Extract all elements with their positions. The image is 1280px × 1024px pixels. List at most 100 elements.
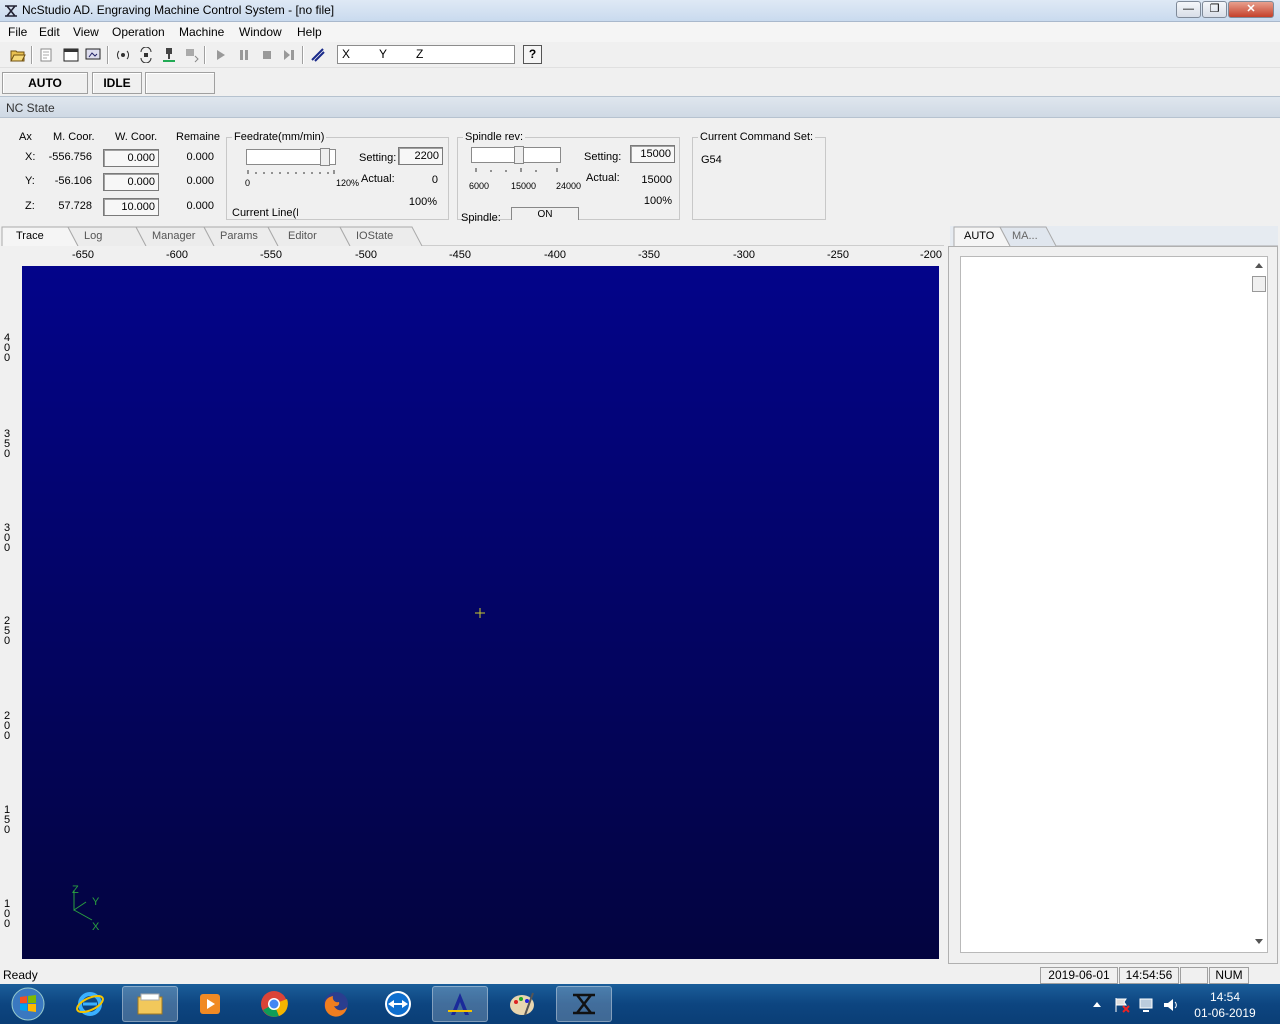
trace-canvas[interactable]: Z Y X [22, 266, 939, 959]
taskbar-teamviewer[interactable] [370, 986, 426, 1022]
tool-setting-button[interactable] [159, 45, 179, 65]
ncstudio-icon [573, 993, 595, 1015]
axis-indicator-y: Y [92, 896, 100, 908]
stop-button[interactable] [257, 45, 277, 65]
axis-y-label: Y [379, 47, 388, 61]
maximize-button[interactable]: ❐ [1202, 1, 1227, 18]
path-icon [311, 48, 325, 62]
col-mcoor-header: M. Coor. [53, 131, 95, 143]
tray-clock-time[interactable]: 14:54 [1190, 990, 1260, 1004]
feedrate-slider[interactable] [246, 148, 336, 166]
spindle-setting-input[interactable]: 15000 [630, 145, 675, 163]
internet-explorer-icon [76, 992, 104, 1016]
tray-clock-date[interactable]: 01-06-2019 [1190, 1006, 1260, 1020]
screen-button[interactable] [83, 45, 103, 65]
show-hidden-icons-icon[interactable] [1092, 1000, 1102, 1008]
taskbar-ncstudio[interactable] [556, 986, 612, 1022]
start-button[interactable] [2, 986, 54, 1022]
menu-window[interactable]: Window [239, 25, 282, 39]
axis-z-name: Z: [25, 200, 35, 212]
simulate-button[interactable] [308, 45, 328, 65]
edit-program-button[interactable] [37, 45, 57, 65]
spindle-icon [140, 47, 152, 63]
z-work-coord[interactable]: 10.000 [103, 198, 159, 216]
probe-button[interactable] [113, 45, 133, 65]
feedrate-slider-thumb[interactable] [320, 148, 330, 166]
tab-trace[interactable]: Trace [16, 230, 44, 242]
scroll-up-icon[interactable] [1255, 262, 1263, 268]
program-list-scrollbar[interactable] [1251, 258, 1267, 951]
feedrate-ticks [247, 170, 335, 174]
status-num: NUM [1209, 967, 1249, 984]
step-button[interactable] [279, 45, 299, 65]
feedrate-actual-label: Actual: [361, 173, 395, 185]
home-button[interactable] [181, 45, 201, 65]
ruler-y-tick: 150 [4, 804, 11, 836]
taskbar-artcam[interactable] [432, 986, 488, 1022]
menu-file[interactable]: File [8, 25, 27, 39]
taskbar-media-player[interactable] [182, 986, 238, 1022]
spindle-slider[interactable] [471, 146, 561, 164]
ruler-y-tick: 250 [4, 615, 11, 647]
menu-edit[interactable]: Edit [39, 25, 60, 39]
monitor-icon [85, 48, 101, 60]
right-tab-manual[interactable]: MA... [1012, 230, 1038, 242]
spindle-button[interactable] [136, 45, 156, 65]
network-icon[interactable] [1138, 996, 1156, 1014]
close-button[interactable]: ✕ [1228, 1, 1274, 18]
col-wcoor-header: W. Coor. [115, 131, 158, 143]
right-tab-shapes [953, 226, 1278, 246]
spindle-actual-value: 15000 [641, 174, 672, 186]
spindle-label: Spindle: [461, 212, 501, 224]
chrome-icon [261, 991, 288, 1017]
spindle-ticks [475, 168, 558, 172]
signal-icon [117, 50, 129, 60]
tab-manager[interactable]: Manager [152, 230, 195, 242]
taskbar-chrome[interactable] [246, 986, 302, 1022]
menu-view[interactable]: View [73, 25, 99, 39]
artcam-icon [448, 993, 472, 1015]
taskbar-firefox[interactable] [308, 986, 364, 1022]
tab-log[interactable]: Log [84, 230, 102, 242]
right-tab-auto[interactable]: AUTO [964, 230, 994, 242]
view-window-button[interactable] [61, 45, 81, 65]
media-player-icon [200, 994, 220, 1014]
start-button[interactable] [211, 45, 231, 65]
x-work-coord[interactable]: 0.000 [103, 149, 159, 167]
paint-palette-icon [510, 992, 534, 1016]
z-remain: 0.000 [186, 200, 214, 212]
y-work-coord[interactable]: 0.000 [103, 173, 159, 191]
scroll-down-icon[interactable] [1255, 939, 1263, 945]
status-extra [145, 72, 215, 94]
menu-machine[interactable]: Machine [179, 25, 224, 39]
feedrate-setting-input[interactable]: 2200 [398, 147, 443, 165]
tab-editor[interactable]: Editor [288, 230, 317, 242]
open-file-button[interactable] [8, 45, 28, 65]
scrollbar-thumb[interactable] [1252, 276, 1266, 292]
tab-shapes [1, 226, 944, 246]
axis-selector[interactable]: X Y Z [337, 45, 515, 64]
volume-icon[interactable] [1162, 996, 1180, 1014]
menu-operation[interactable]: Operation [112, 25, 165, 39]
status-text: Ready [3, 968, 38, 982]
menu-help[interactable]: Help [297, 25, 322, 39]
program-list[interactable] [960, 256, 1268, 953]
tab-params[interactable]: Params [220, 230, 258, 242]
tab-iostate[interactable]: IOState [356, 230, 393, 242]
status-time: 14:54:56 [1119, 967, 1179, 984]
taskbar-ie[interactable] [62, 986, 118, 1022]
spindle-title: Spindle rev: [463, 131, 526, 143]
pause-button[interactable] [234, 45, 254, 65]
ruler-top: -650 -600 -550 -500 -450 -400 -350 -300 … [20, 248, 944, 266]
ruler-x-tick: -200 [920, 249, 943, 261]
axis-y-name: Y: [25, 175, 35, 187]
x-machine-coord: -556.756 [48, 151, 92, 163]
context-help-button[interactable]: ? [523, 45, 542, 64]
minimize-button[interactable]: — [1176, 1, 1201, 18]
action-center-flag-icon[interactable] [1113, 996, 1131, 1014]
spindle-on-button[interactable]: ON [511, 207, 579, 220]
taskbar-paint[interactable] [494, 986, 550, 1022]
taskbar-explorer[interactable] [122, 986, 178, 1022]
axis-z-label: Z [416, 47, 424, 61]
spindle-slider-thumb[interactable] [514, 146, 524, 164]
